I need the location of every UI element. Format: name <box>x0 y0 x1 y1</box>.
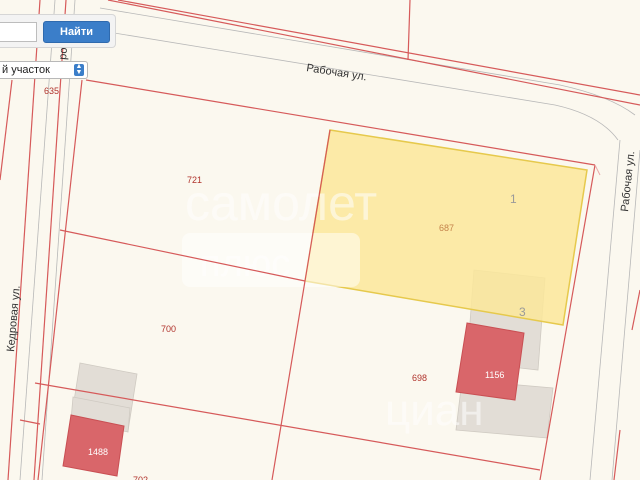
samolet-watermark: самолет <box>185 175 377 231</box>
plot-label-700: 700 <box>161 324 176 334</box>
building-1488[interactable] <box>62 414 125 477</box>
plot-label-702: 702 <box>133 475 148 480</box>
plot-type-select[interactable]: й участок ▲ ▼ <box>0 61 88 79</box>
plot-label-698: 698 <box>412 373 427 383</box>
search-button[interactable]: Найти <box>43 21 110 43</box>
plot-label-1488: 1488 <box>88 447 108 457</box>
search-panel: Найти <box>0 14 116 48</box>
street-label-partial-top: ро <box>57 47 70 60</box>
plot-label-1156: 1156 <box>485 370 504 380</box>
plot-type-select-value: й участок <box>2 64 50 76</box>
plot-label-721: 721 <box>187 175 202 185</box>
plot-label-687: 687 <box>439 223 454 233</box>
plot-label-635: 635 <box>44 86 59 96</box>
select-arrows-icon: ▲ ▼ <box>74 63 84 76</box>
search-input[interactable] <box>0 22 37 42</box>
plot-number-1: 1 <box>510 192 517 206</box>
cadastral-map[interactable]: самолет плюс циан 635 721 687 700 698 11… <box>0 0 640 480</box>
plus-watermark: плюс <box>200 243 290 285</box>
plot-number-3: 3 <box>519 305 526 319</box>
building-1156[interactable] <box>455 322 525 401</box>
